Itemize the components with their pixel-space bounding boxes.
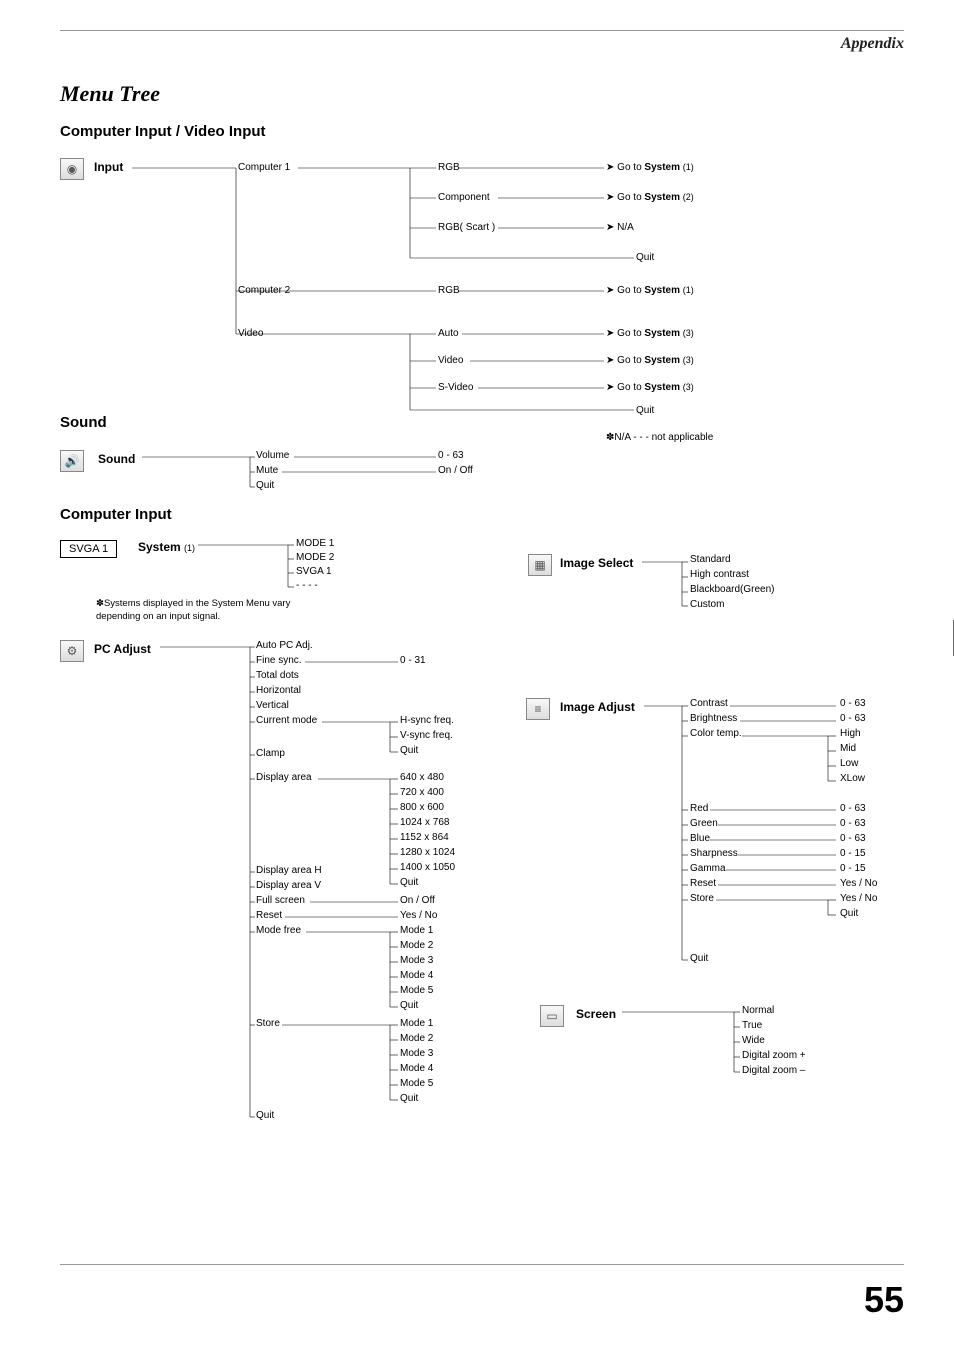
appendix-header: Appendix [60, 35, 904, 53]
computer-input-heading: Computer Input [60, 506, 172, 523]
sound-heading: Sound [60, 414, 107, 431]
subtitle: Computer Input / Video Input [60, 123, 904, 140]
image-select-icon: ▦ [528, 554, 552, 576]
system-note: ✽Systems displayed in the System Menu va… [96, 598, 326, 624]
na-note: ✽N/A - - - not applicable [606, 432, 713, 443]
screen-icon: ▭ [540, 1005, 564, 1027]
page-number: 55 [864, 1279, 904, 1321]
image-adjust-icon: ≡ [526, 698, 550, 720]
page-title: Menu Tree [60, 81, 904, 107]
